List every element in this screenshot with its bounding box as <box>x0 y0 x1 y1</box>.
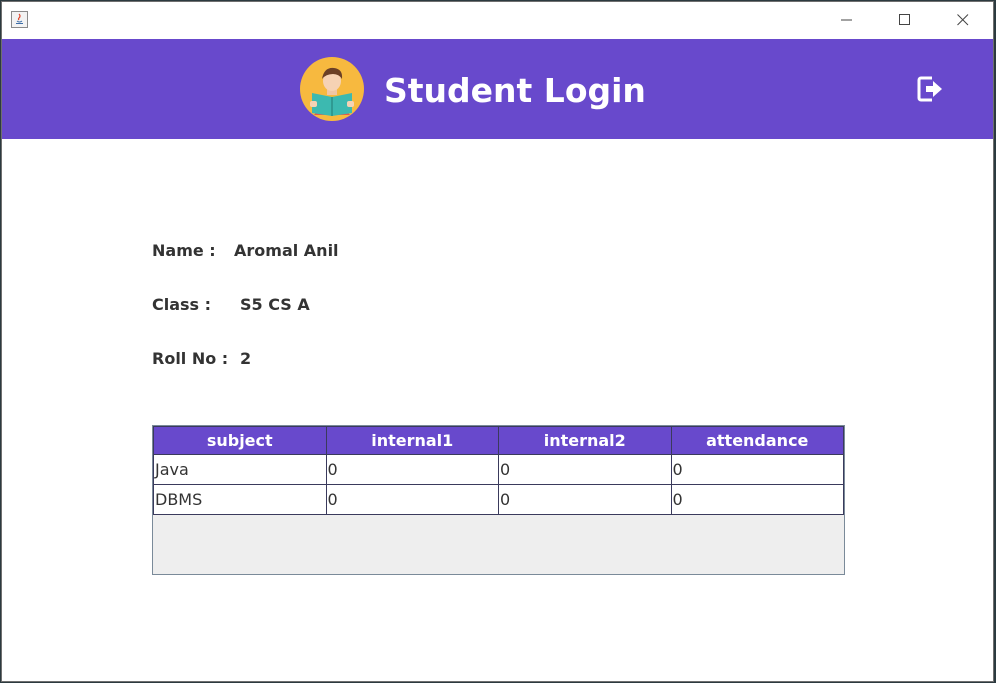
minimize-icon <box>841 11 853 30</box>
table-header-row: subject internal1 internal2 attendance <box>153 426 844 455</box>
column-header-subject[interactable]: subject <box>153 426 327 455</box>
marks-table: subject internal1 internal2 attendance J… <box>153 426 844 515</box>
table-row[interactable]: DBMS 0 0 0 <box>153 484 844 515</box>
maximize-icon <box>899 11 911 30</box>
table-cell[interactable]: 0 <box>325 454 499 485</box>
logout-icon <box>912 76 948 111</box>
app-header: Student Login <box>2 39 993 139</box>
table-cell[interactable]: DBMS <box>153 484 327 515</box>
table-cell[interactable]: 0 <box>670 454 844 485</box>
roll-row: Roll No : 2 <box>152 349 251 368</box>
page-title: Student Login <box>384 71 646 110</box>
column-header-internal1[interactable]: internal1 <box>325 426 499 455</box>
name-row: Name : Aromal Anil <box>152 241 339 260</box>
student-reading-avatar <box>300 57 364 121</box>
table-cell[interactable]: 0 <box>670 484 844 515</box>
app-window: Student Login Name : Aromal Anil Class :… <box>1 1 994 682</box>
class-row: Class : S5 CS A <box>152 295 310 314</box>
roll-label: Roll No : <box>152 349 229 368</box>
close-button[interactable] <box>934 2 992 39</box>
table-cell[interactable]: Java <box>153 454 327 485</box>
column-header-attendance[interactable]: attendance <box>670 426 844 455</box>
table-cell[interactable]: 0 <box>498 484 672 515</box>
roll-value: 2 <box>240 349 252 368</box>
table-cell[interactable]: 0 <box>325 484 499 515</box>
close-icon <box>957 11 969 30</box>
table-row[interactable]: Java 0 0 0 <box>153 454 844 485</box>
java-icon[interactable] <box>11 11 28 28</box>
title-bar <box>2 2 993 39</box>
class-value: S5 CS A <box>240 295 310 314</box>
table-cell[interactable]: 0 <box>498 454 672 485</box>
name-value: Aromal Anil <box>234 241 339 260</box>
name-label: Name : <box>152 241 216 260</box>
maximize-button[interactable] <box>876 2 934 39</box>
column-header-internal2[interactable]: internal2 <box>498 426 672 455</box>
class-label: Class : <box>152 295 212 314</box>
minimize-button[interactable] <box>818 2 876 39</box>
logout-button[interactable] <box>912 71 948 107</box>
marks-table-container[interactable]: subject internal1 internal2 attendance J… <box>152 425 845 575</box>
